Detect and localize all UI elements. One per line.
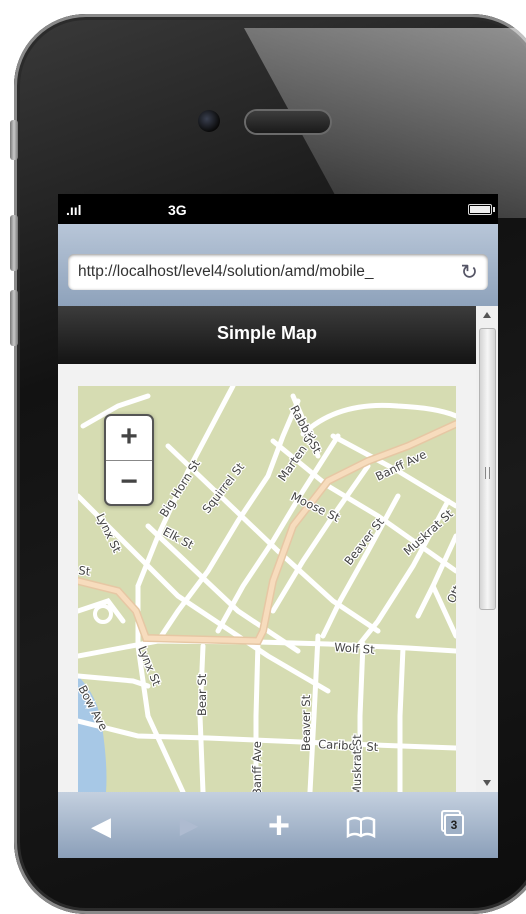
forward-arrow-icon: ▶ — [179, 812, 199, 839]
add-bookmark-button[interactable]: + — [254, 806, 304, 846]
back-arrow-icon: ◀ — [91, 811, 111, 841]
map-view[interactable]: Rabbit St Banff Ave Big Horn St Squirrel… — [78, 386, 456, 792]
scroll-down-arrow-icon[interactable] — [483, 780, 491, 786]
volume-down-button — [10, 290, 18, 346]
zoom-in-button[interactable]: + — [106, 416, 152, 461]
url-field[interactable]: http://localhost/level4/solution/amd/mob… — [68, 254, 488, 290]
phone-screen: .ııl 3G http://localhost/level4/solution… — [58, 194, 498, 858]
street-label-wolf: Wolf St — [334, 640, 376, 657]
tabs-count-badge[interactable]: 3 — [444, 814, 464, 836]
browser-url-bar: http://localhost/level4/solution/amd/mob… — [58, 224, 498, 306]
book-icon — [346, 816, 376, 839]
network-type: 3G — [168, 202, 187, 218]
vertical-scrollbar[interactable] — [476, 306, 498, 792]
status-bar: .ııl 3G — [58, 194, 498, 224]
street-label-bear: Bear St — [195, 673, 209, 716]
page-title: Simple Map — [216, 323, 318, 343]
volume-up-button — [10, 215, 18, 271]
plus-icon: + — [267, 805, 291, 847]
page-header: Simple Map — [58, 306, 476, 364]
street-label-beaver-lower: Beaver St — [299, 694, 313, 751]
reload-icon[interactable]: ↻ — [460, 260, 478, 285]
mute-switch — [10, 120, 18, 160]
back-button[interactable]: ◀ — [76, 806, 126, 846]
earpiece-speaker — [246, 111, 330, 133]
zoom-control: + − — [104, 414, 154, 506]
scroll-up-arrow-icon[interactable] — [483, 312, 491, 318]
page-content: Simple Map Rabbit St Banff Ave Big Horn … — [58, 306, 476, 792]
grip-icon — [485, 467, 490, 479]
street-label-muskrat-lower: Muskrat St — [350, 734, 364, 792]
scrollbar-thumb[interactable] — [479, 328, 496, 610]
forward-button[interactable]: ▶ — [164, 806, 214, 846]
street-label-banff-ave-lower: Banff Ave — [250, 741, 264, 792]
front-camera — [198, 110, 220, 132]
bookmarks-button[interactable] — [336, 806, 386, 846]
battery-icon — [468, 204, 495, 215]
signal-icon: .ııl — [66, 202, 82, 218]
zoom-out-button[interactable]: − — [106, 461, 152, 505]
url-text[interactable]: http://localhost/level4/solution/amd/mob… — [78, 263, 448, 281]
browser-toolbar: ◀ ▶ + 3 — [58, 792, 498, 858]
